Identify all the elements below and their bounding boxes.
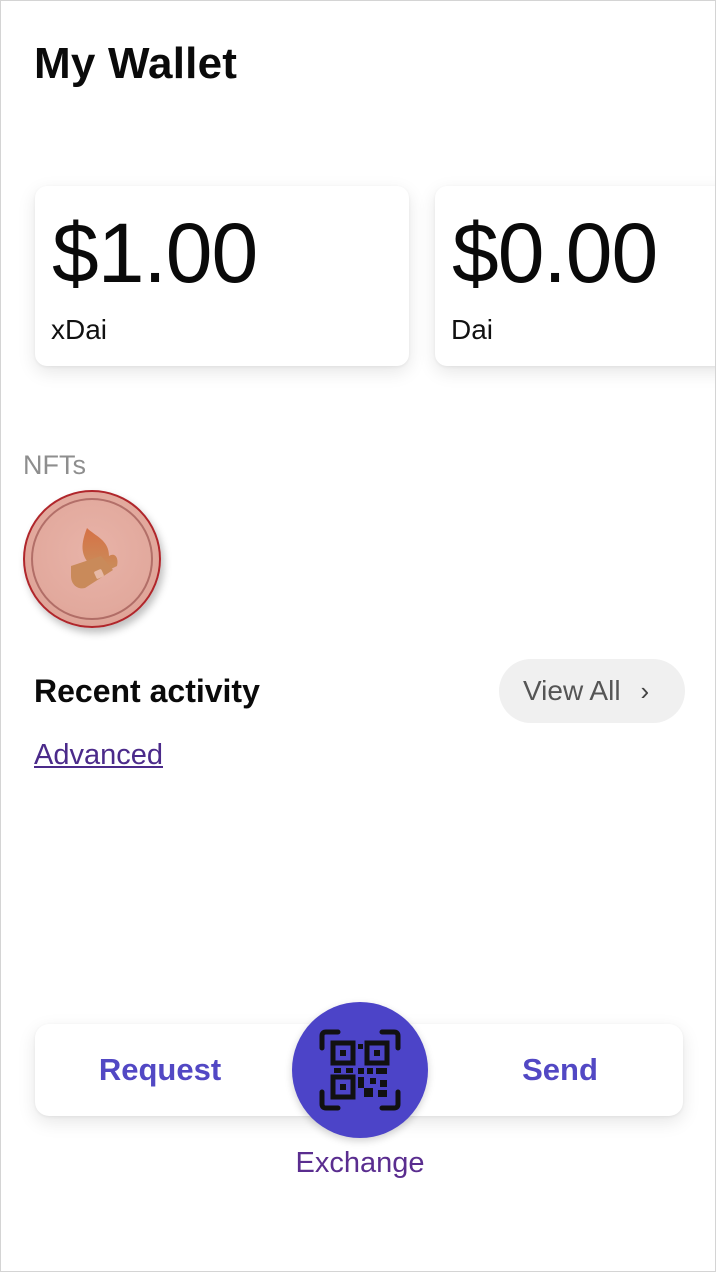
balance-amount: $0.00 [452, 206, 658, 300]
exchange-label[interactable]: Exchange [260, 1147, 460, 1180]
balance-card-dai[interactable]: $0.00 Dai [435, 186, 715, 366]
balance-cards: $1.00 xDai $0.00 Dai [1, 186, 715, 376]
balance-token-label: xDai [51, 314, 108, 345]
view-all-button[interactable]: View All › [499, 659, 685, 723]
balance-amount: $1.00 [52, 206, 258, 300]
nft-item[interactable] [23, 490, 161, 628]
request-button[interactable]: Request [75, 1024, 245, 1116]
flame-wallet-icon [71, 528, 118, 589]
nfts-section-label: NFTs [23, 450, 86, 480]
balance-card-xdai[interactable]: $1.00 xDai [35, 186, 409, 366]
scan-qr-button[interactable] [292, 1002, 428, 1138]
advanced-link[interactable]: Advanced [34, 739, 163, 772]
balance-token-label: Dai [451, 314, 494, 345]
chevron-right-icon: › [640, 676, 650, 706]
send-button[interactable]: Send [475, 1024, 645, 1116]
qr-scan-icon [319, 1029, 401, 1111]
wallet-page: My Wallet $1.00 xDai $0.00 Dai NFTs Rece… [0, 0, 716, 1272]
view-all-label: View All [523, 675, 621, 706]
page-title: My Wallet [34, 39, 238, 88]
recent-activity-title: Recent activity [34, 673, 260, 709]
